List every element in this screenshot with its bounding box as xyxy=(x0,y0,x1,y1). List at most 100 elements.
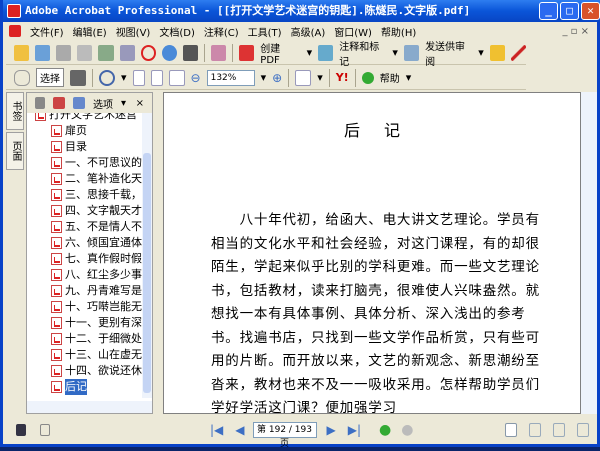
tab-pages[interactable]: 页面 xyxy=(6,132,24,170)
vertical-scrollbar[interactable] xyxy=(142,113,152,398)
search-icon[interactable] xyxy=(183,44,199,61)
doc-window-controls[interactable]: _ ▫ × xyxy=(562,26,589,37)
menu-comments[interactable]: 注释(C) xyxy=(204,24,239,39)
tab-bookmarks[interactable]: 书签 xyxy=(6,92,24,130)
close-button[interactable]: ✕ xyxy=(581,2,600,20)
print-icon[interactable] xyxy=(77,44,93,61)
last-page-icon[interactable]: ▶| xyxy=(348,423,361,437)
document-scrollbar[interactable] xyxy=(581,92,597,414)
actual-size-icon[interactable] xyxy=(132,69,145,86)
new-bookmark-icon[interactable] xyxy=(53,97,65,109)
pdf-bookmark-icon xyxy=(51,141,62,153)
pdf-bookmark-icon xyxy=(51,333,62,345)
page-icon[interactable] xyxy=(40,423,50,436)
zoom-in-icon[interactable] xyxy=(99,69,115,86)
send-review-button[interactable]: 发送供审阅 xyxy=(425,38,472,68)
delete-icon[interactable] xyxy=(35,97,45,109)
email-icon[interactable] xyxy=(161,44,178,61)
bookmark-item[interactable]: 十三、山在虚无 xyxy=(27,347,144,363)
pdf-bookmark-icon xyxy=(51,301,62,313)
menu-tools[interactable]: 工具(T) xyxy=(248,24,282,39)
bookmark-item[interactable]: 四、文字靓天才 xyxy=(27,203,144,219)
pages-icon[interactable] xyxy=(16,423,26,436)
bookmark-item[interactable]: 一、不可思议的 xyxy=(27,155,144,171)
bookmark-item[interactable]: 三、思接千载， xyxy=(27,187,144,203)
hand-icon[interactable] xyxy=(14,69,30,86)
organizer-icon[interactable] xyxy=(35,44,51,61)
bookmark-item[interactable]: 十二、于细微处 xyxy=(27,331,144,347)
bookmark-item[interactable]: 十四、欲说还休 xyxy=(27,363,144,379)
help-icon xyxy=(361,71,374,84)
rotate-icon[interactable] xyxy=(295,69,312,86)
zoom-input[interactable]: 132% xyxy=(206,69,255,86)
help-button[interactable]: 帮助 xyxy=(380,70,400,85)
options-menu[interactable]: 选项 xyxy=(93,96,113,111)
continuous-facing-icon[interactable] xyxy=(577,422,589,437)
go-back-icon[interactable]: ● xyxy=(379,422,391,438)
bookmark-root[interactable]: 打开文学艺术迷宫 xyxy=(49,113,137,123)
window-title: Adobe Acrobat Professional - [[打开文学艺术迷宫的… xyxy=(25,4,471,17)
create-pdf-button[interactable]: 创建 PDF xyxy=(260,40,300,66)
go-forward-icon[interactable]: ● xyxy=(401,422,413,438)
zoom-out-icon[interactable]: ⊖ xyxy=(191,71,201,85)
sign-icon[interactable] xyxy=(510,44,527,61)
menu-file[interactable]: 文件(F) xyxy=(30,24,64,39)
page-heading: 后记 xyxy=(343,121,424,140)
first-page-icon[interactable]: |◀ xyxy=(210,423,223,437)
bookmark-item[interactable]: 八、红尘多少事 xyxy=(27,267,144,283)
save-icon[interactable] xyxy=(56,44,72,61)
lock-icon[interactable] xyxy=(489,44,505,61)
panel-splitter[interactable] xyxy=(153,92,163,414)
stamp-icon[interactable] xyxy=(140,44,156,61)
bookmark-item[interactable]: 五、不是情人不 xyxy=(27,219,144,235)
pdf-bookmark-icon xyxy=(51,269,62,281)
bookmark-item[interactable]: 九、丹青难写是 xyxy=(27,283,144,299)
zoom-in-button-icon[interactable]: ⊕ xyxy=(272,71,282,85)
pdf-bookmark-icon xyxy=(51,237,62,249)
menu-advanced[interactable]: 高级(A) xyxy=(291,24,326,39)
single-page-icon[interactable] xyxy=(505,422,517,437)
facing-icon[interactable] xyxy=(553,422,565,437)
fit-width-icon[interactable] xyxy=(168,69,185,86)
bookmark-label: 十二、于细微处 xyxy=(65,332,142,345)
open-icon[interactable] xyxy=(14,44,30,61)
previous-page-icon[interactable]: ◀ xyxy=(235,423,244,437)
maximize-button[interactable]: □ xyxy=(560,2,579,20)
snapshot-icon[interactable] xyxy=(70,69,86,86)
bookmark-item[interactable]: 后记 xyxy=(27,379,144,395)
continuous-icon[interactable] xyxy=(529,422,541,437)
close-panel-button[interactable]: × xyxy=(136,98,144,109)
pdf-bookmark-icon xyxy=(51,157,62,169)
bookmark-label: 五、不是情人不 xyxy=(65,220,142,233)
attach-icon[interactable] xyxy=(119,44,135,61)
bookmark-item[interactable]: 二、笔补造化天 xyxy=(27,171,144,187)
comment-markup-button[interactable]: 注释和标记 xyxy=(339,38,386,68)
expand-icon[interactable] xyxy=(73,97,85,109)
pdf-bookmark-icon xyxy=(51,285,62,297)
horizontal-scrollbar[interactable] xyxy=(27,401,152,413)
comment-icon xyxy=(318,44,334,61)
menu-edit[interactable]: 编辑(E) xyxy=(73,24,107,39)
menu-document[interactable]: 文档(D) xyxy=(159,24,195,39)
bookmark-item[interactable]: 扉页 xyxy=(27,123,144,139)
menu-view[interactable]: 视图(V) xyxy=(116,24,151,39)
yahoo-icon[interactable]: Y! xyxy=(336,71,349,84)
bookmark-item[interactable]: 七、真作假时假 xyxy=(27,251,144,267)
menu-help[interactable]: 帮助(H) xyxy=(381,24,416,39)
select-tool-button[interactable]: 选择 xyxy=(36,68,64,87)
page-number-input[interactable]: 第 192 / 193 页 xyxy=(252,421,317,449)
create-icon[interactable] xyxy=(98,44,114,61)
menu-window[interactable]: 窗口(W) xyxy=(334,24,372,39)
review-icon xyxy=(403,44,420,61)
bookmark-item[interactable]: 十一、更别有深 xyxy=(27,315,144,331)
bookmark-item[interactable]: 六、倾国宜通体 xyxy=(27,235,144,251)
page-text: 八十年代初，给函大、电大讲文艺理论。学员有相当的文化水平和社会经验，对这门课程，… xyxy=(211,212,540,414)
color-icon[interactable] xyxy=(211,44,227,61)
bookmark-item[interactable]: 十、巧啭岂能无 xyxy=(27,299,144,315)
bookmark-item[interactable]: 目录 xyxy=(27,139,144,155)
next-page-icon[interactable]: ▶ xyxy=(327,423,336,437)
fit-page-icon[interactable] xyxy=(150,69,163,86)
minimize-button[interactable]: _ xyxy=(539,2,558,20)
pdf-bookmark-icon xyxy=(51,253,62,265)
pdf-bookmark-icon xyxy=(51,317,62,329)
